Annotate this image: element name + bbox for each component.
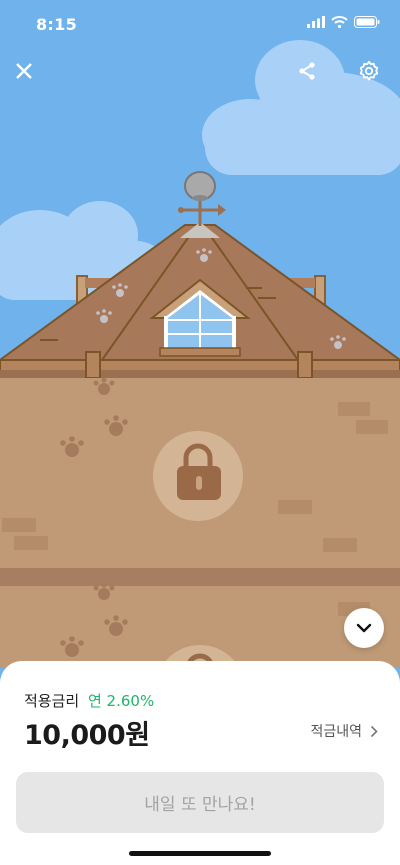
battery-icon	[354, 16, 380, 28]
status-icons	[307, 16, 380, 28]
rate-value: 연 2.60%	[87, 692, 155, 710]
chevron-down-icon	[356, 623, 372, 633]
scroll-down-button[interactable]	[344, 608, 384, 648]
close-button[interactable]	[9, 56, 39, 86]
chevron-right-icon	[370, 725, 378, 737]
interest-rate: 적용금리 연 2.60%	[24, 690, 154, 711]
share-icon	[299, 62, 315, 80]
signal-icon	[307, 16, 325, 28]
close-icon	[16, 63, 32, 79]
status-bar: 8:15	[0, 0, 400, 48]
wifi-icon	[331, 16, 348, 28]
status-time: 8:15	[36, 15, 77, 34]
rate-label: 적용금리	[24, 692, 80, 710]
see-you-tomorrow-button[interactable]: 내일 또 만나요!	[16, 772, 384, 833]
home-indicator	[129, 851, 271, 856]
savings-amount: 10,000원	[24, 720, 150, 751]
gear-icon	[359, 60, 379, 81]
settings-button[interactable]	[354, 56, 384, 86]
share-button[interactable]	[292, 56, 322, 86]
history-label: 적금내역	[310, 724, 362, 740]
savings-history-link[interactable]: 적금내역	[310, 721, 378, 741]
savings-sheet: 적용금리 연 2.60% 10,000원 적금내역 내일 또 만나요!	[0, 661, 400, 865]
